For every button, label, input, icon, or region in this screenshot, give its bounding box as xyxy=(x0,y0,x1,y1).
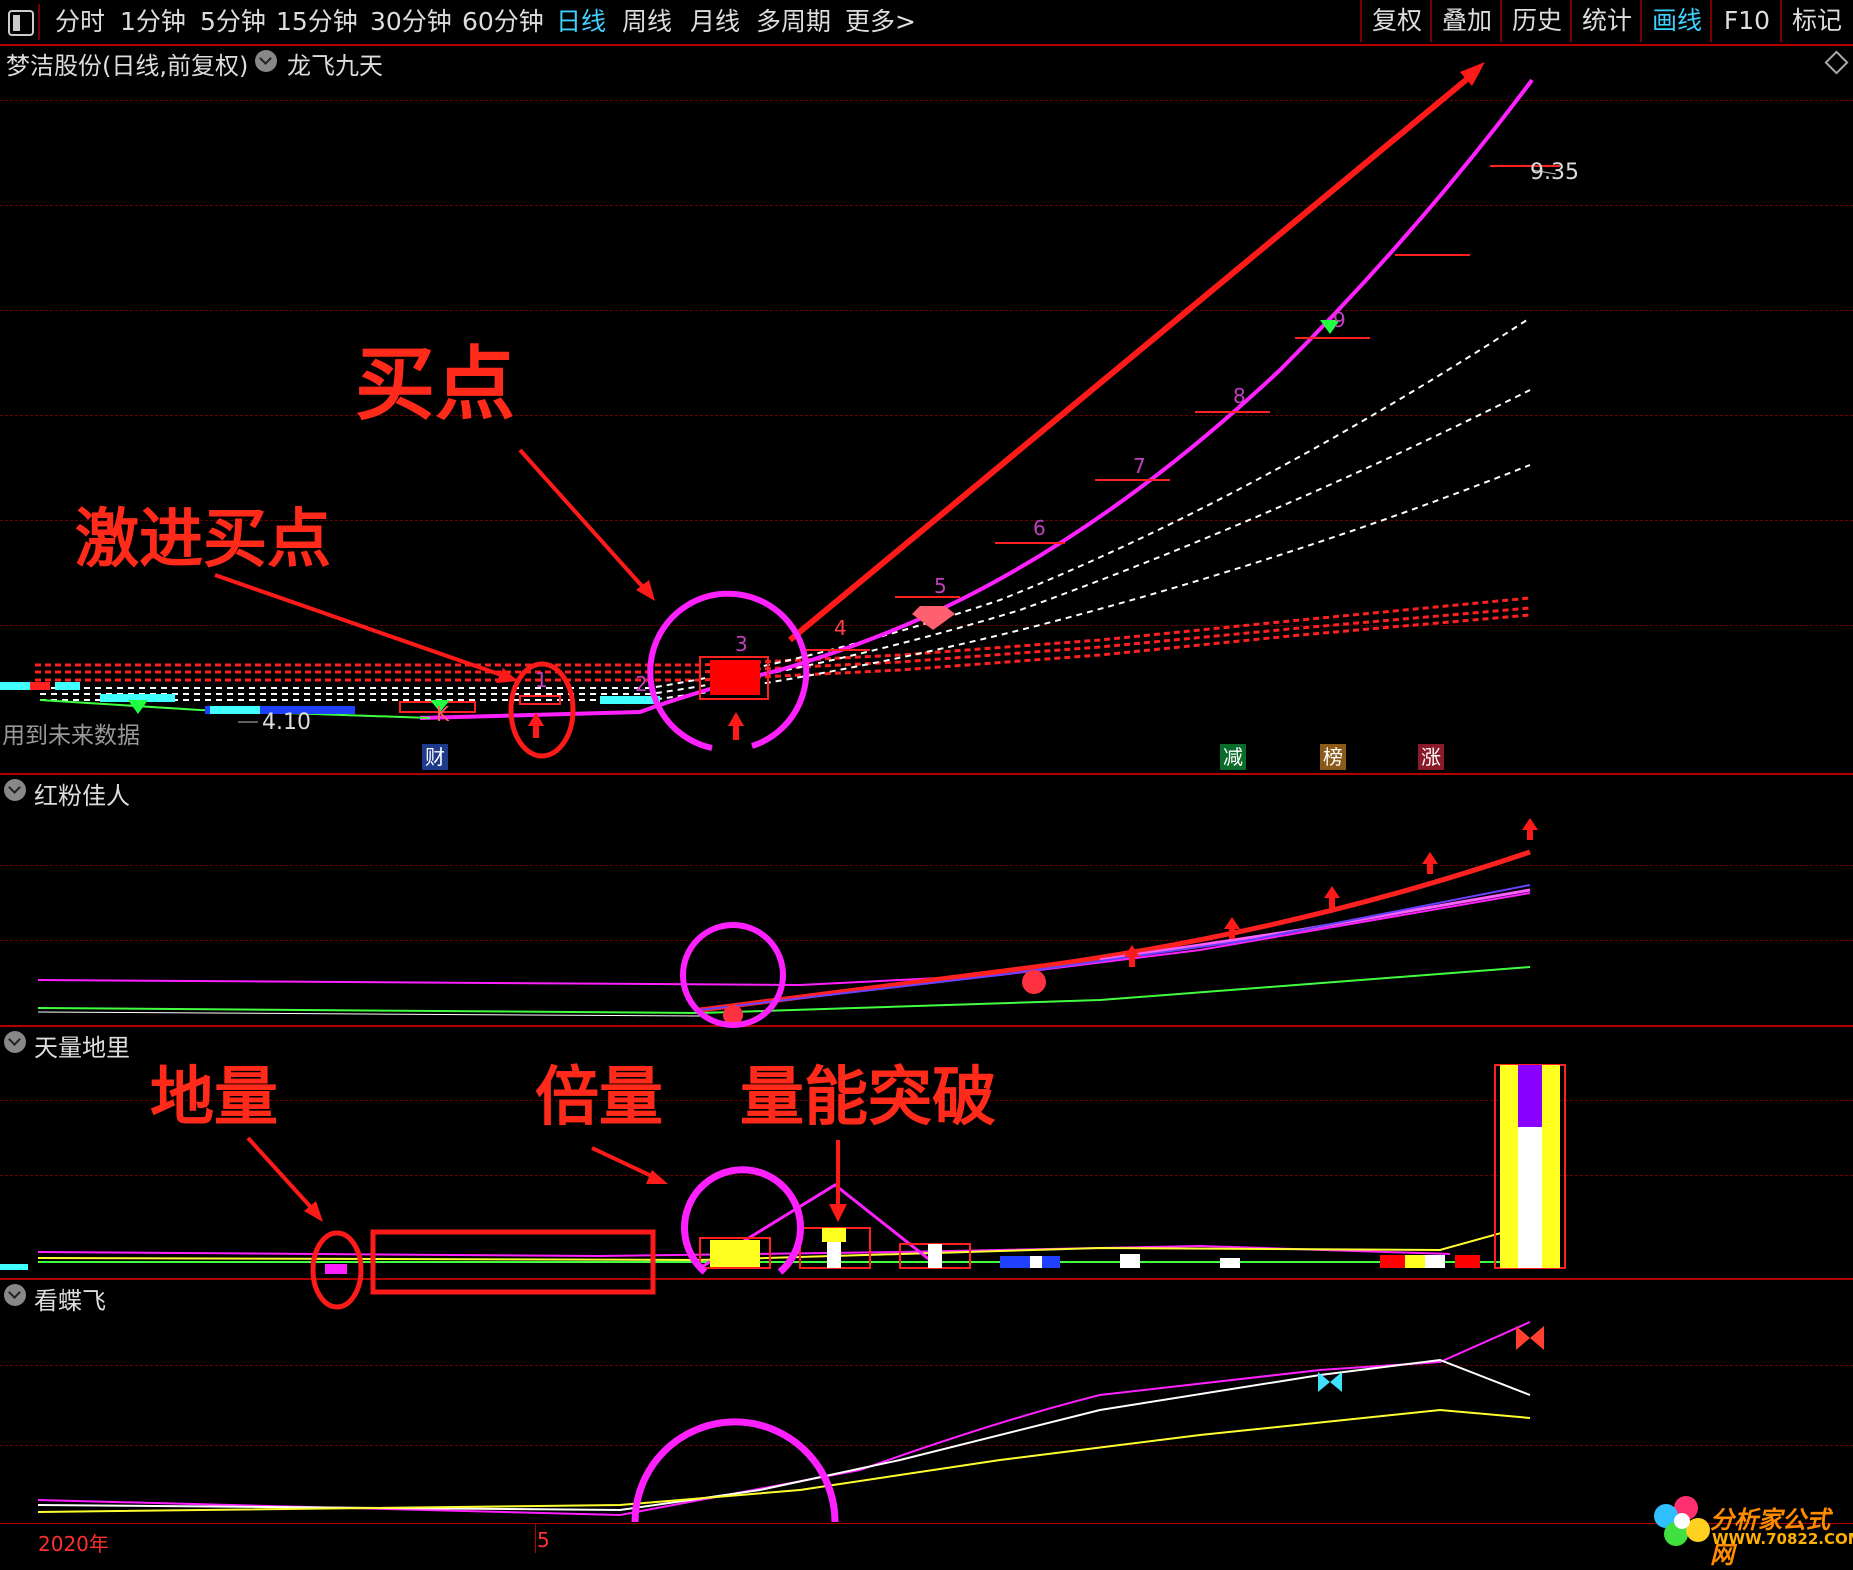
wave-number-4: 4 xyxy=(834,616,847,640)
wave-number-8: 8 xyxy=(1233,384,1246,408)
price-high-label: 9.35 xyxy=(1530,160,1579,185)
wave-number-2: 2 xyxy=(635,672,648,696)
annotation-buy-point: 买点 xyxy=(355,338,515,431)
k-marker: K xyxy=(436,702,450,726)
annotation-double-volume: 倍量 xyxy=(535,1061,663,1135)
wave-number-1: 1 xyxy=(535,668,548,692)
chart-canvas xyxy=(0,62,1710,1546)
event-badge[interactable]: 减 xyxy=(1220,744,1246,770)
annotation-aggressive-buy: 激进买点 xyxy=(75,503,331,577)
wave-number-7: 7 xyxy=(1133,454,1146,478)
watermark-url: WWW.70822.COM xyxy=(1712,1530,1853,1548)
axis-month-label: 5 xyxy=(537,1528,550,1552)
price-low-label: 4.10 xyxy=(262,710,311,735)
wave-number-6: 6 xyxy=(1033,516,1046,540)
future-data-note: 用到未来数据 xyxy=(2,723,140,749)
event-badge[interactable]: 榜 xyxy=(1320,744,1346,770)
wave-number-5: 5 xyxy=(934,574,947,598)
wave-number-3: 3 xyxy=(735,632,748,656)
annotation-volume-breakout: 量能突破 xyxy=(740,1061,996,1135)
event-badge[interactable]: 财 xyxy=(422,744,448,770)
event-badge[interactable]: 涨 xyxy=(1418,744,1444,770)
annotation-ground-volume: 地量 xyxy=(150,1061,278,1135)
wave-number-9: 9 xyxy=(1333,308,1346,332)
